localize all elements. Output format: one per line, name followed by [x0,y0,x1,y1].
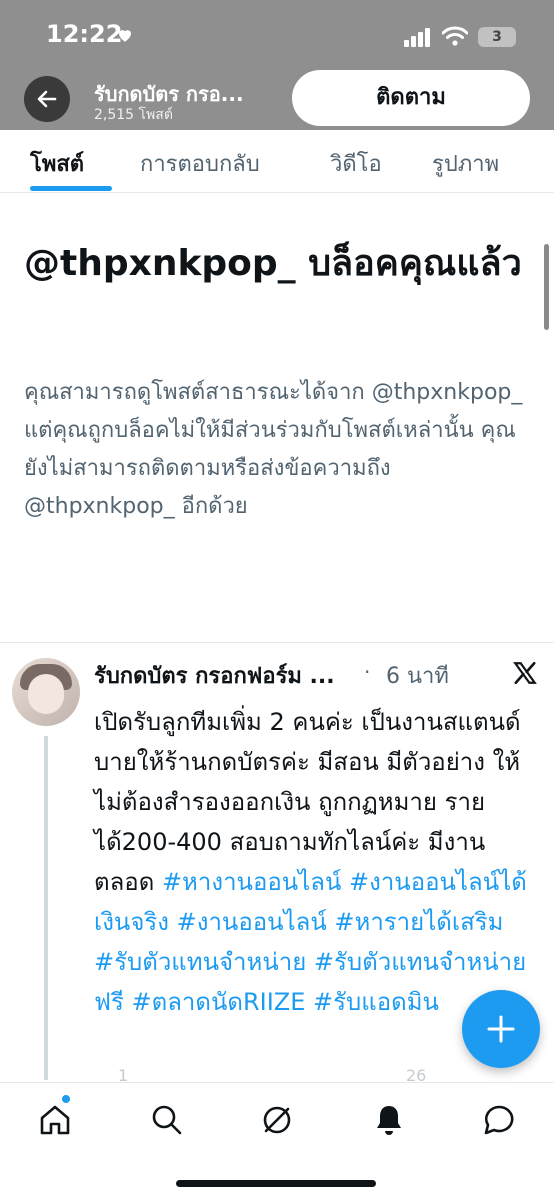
thread-line [44,736,48,1080]
plus-icon [487,1015,515,1043]
post-count: 2,515 โพสต์ [94,107,173,123]
home-indicator [176,1180,376,1187]
tab-posts[interactable]: โพสต์ [30,146,84,181]
bell-icon[interactable] [372,1103,406,1137]
status-time: 12:22 [46,20,123,48]
tab-videos[interactable]: วิดีโอ [330,146,382,181]
scrollbar[interactable] [544,244,549,330]
follow-button[interactable]: ติดตาม [292,70,530,126]
signal-icon [404,28,430,47]
tab-replies[interactable]: การตอบกลับ [140,146,260,181]
tweet-author-name[interactable]: รับกดบัตร กรอกฟอร์ม ... [94,658,335,693]
tweet-separator: · [364,660,371,684]
back-arrow-icon [37,90,57,108]
grok-icon[interactable] [260,1103,294,1137]
divider [0,642,554,643]
avatar[interactable] [12,658,80,726]
profile-tabs: โพสต์ การตอบกลับ วิดีโอ รูปภาพ [0,130,554,193]
back-button[interactable] [24,76,70,122]
blocked-title: @thpxnkpop_ บล็อคคุณแล้ว [24,243,522,284]
tweet-body: เปิดรับลูกทีมเพิ่ม 2 คนค่ะ เป็นงานสแตนด์… [94,702,538,1022]
compose-button[interactable] [462,990,540,1068]
status-bar: 12:22 3 [0,0,554,72]
heart-icon [119,30,131,42]
home-notification-dot [62,1095,70,1103]
battery-indicator: 3 [478,27,516,47]
blocked-description: คุณสามารถดูโพสต์สาธารณะได้จาก @thpxnkpop… [24,380,523,519]
active-tab-indicator [30,186,112,191]
avatar-face [28,674,64,714]
tweet-hashtags[interactable]: #หางานออนไลน์ #งานออนไลน์ได้เงินจริง #งา… [94,868,527,1016]
messages-icon[interactable] [482,1103,516,1137]
tab-media[interactable]: รูปภาพ [432,146,499,181]
x-logo-icon[interactable] [512,660,538,686]
wifi-icon [442,26,468,46]
home-icon[interactable] [38,1103,72,1137]
tweet-timestamp[interactable]: 6 นาที [386,658,449,693]
search-icon[interactable] [150,1103,184,1137]
